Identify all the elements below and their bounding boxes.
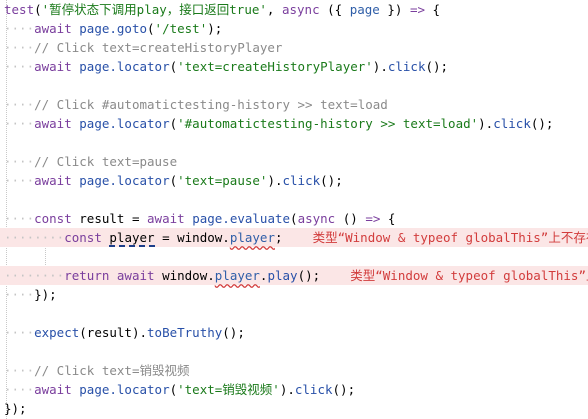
player-property-error[interactable]: player	[215, 268, 260, 283]
code-line-5[interactable]	[0, 76, 588, 95]
code-line-2[interactable]: ····await page.goto('/test');	[0, 19, 588, 38]
code-line-6[interactable]: ····// Click #automatictesting-history >…	[0, 95, 588, 114]
inline-error-message: 类型“Window & typeof globalThis”上不存在属性“pla…	[350, 268, 588, 283]
code-line-10[interactable]: ····await page.locator('text=pause').cli…	[0, 171, 588, 190]
code-line-8[interactable]	[0, 133, 588, 152]
code-line-9[interactable]: ····// Click text=pause	[0, 152, 588, 171]
code-line-19[interactable]	[0, 342, 588, 361]
code-line-17[interactable]	[0, 304, 588, 323]
code-line-20[interactable]: ····// Click text=销毁视频	[0, 361, 588, 380]
code-line-13[interactable]: ········const player = window.player; 类型…	[0, 228, 588, 247]
code-line-1[interactable]: test('暂停状态下调用play，接口返回true', async ({ pa…	[0, 0, 588, 19]
code-editor[interactable]: test('暂停状态下调用play，接口返回true', async ({ pa…	[0, 0, 588, 419]
code-line-15[interactable]: ········return await window.player.play(…	[0, 266, 588, 285]
code-line-16[interactable]: ····});	[0, 285, 588, 304]
code-line-4[interactable]: ····await page.locator('text=createHisto…	[0, 57, 588, 76]
code-line-3[interactable]: ····// Click text=createHistoryPlayer	[0, 38, 588, 57]
code-line-21[interactable]: ····await page.locator('text=销毁视频').clic…	[0, 380, 588, 399]
code-line-11[interactable]	[0, 190, 588, 209]
player-variable[interactable]: player	[109, 230, 155, 247]
code-line-14[interactable]	[0, 247, 588, 266]
inline-error-message: 类型“Window & typeof globalThis”上不存在属性“pla…	[312, 230, 588, 245]
code-line-7[interactable]: ····await page.locator('#automatictestin…	[0, 114, 588, 133]
code-line-12[interactable]: ····const result = await page.evaluate(a…	[0, 209, 588, 228]
player-property-error[interactable]: player	[230, 230, 275, 245]
code-line-22[interactable]: });	[0, 399, 588, 418]
code-line-18[interactable]: ····expect(result).toBeTruthy();	[0, 323, 588, 342]
